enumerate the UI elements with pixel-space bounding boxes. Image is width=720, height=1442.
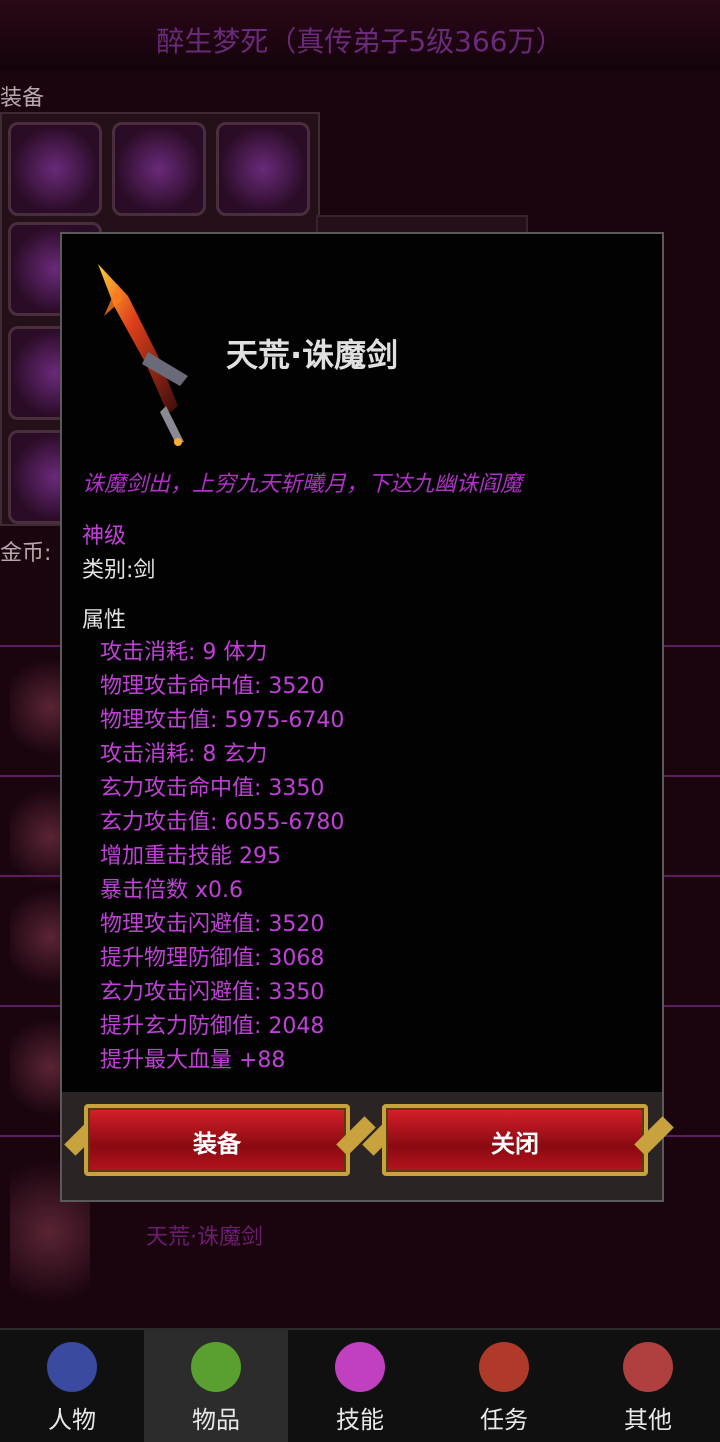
close-button-label: 关闭	[491, 1130, 539, 1158]
flaming-sword-icon	[98, 264, 188, 446]
attribute-item: 玄力攻击闪避值: 3350	[100, 980, 325, 1005]
tab-label: 其他	[624, 1406, 672, 1434]
attribute-item: 提升玄力防御值: 2048	[100, 1014, 325, 1039]
tab-label: 物品	[192, 1406, 240, 1434]
item-description: 诛魔剑出，上穷九天斩曦月，下达九幽诛阎魔	[82, 472, 523, 497]
equip-slot-2[interactable]	[112, 122, 206, 216]
item-category: 类别:剑	[82, 558, 156, 583]
list-item-name: 天荒·诛魔剑	[146, 1225, 263, 1250]
tab-quests[interactable]: 任务	[432, 1330, 576, 1442]
item-name: 天荒·诛魔剑	[226, 336, 399, 374]
equip-slot-1[interactable]	[8, 122, 102, 216]
item-detail-dialog: 天荒·诛魔剑 诛魔剑出，上穷九天斩曦月，下达九幽诛阎魔 神级 类别:剑 属性 攻…	[60, 232, 674, 1202]
attributes-header: 属性	[82, 608, 127, 633]
tab-items[interactable]: 物品	[144, 1330, 288, 1442]
quest-icon	[479, 1342, 529, 1392]
bottom-tab-bar: 人物 物品 技能 任务 其他	[0, 1328, 720, 1442]
equip-slot-3[interactable]	[216, 122, 310, 216]
attribute-item: 物理攻击命中值: 3520	[100, 674, 325, 699]
tab-label: 技能	[336, 1406, 384, 1434]
gold-label: 金币:	[0, 541, 52, 566]
character-title: 醉生梦死（真传弟子5级366万）	[156, 25, 564, 58]
equip-button-label: 装备	[193, 1130, 241, 1158]
other-icon	[623, 1342, 673, 1392]
attribute-item: 暴击倍数 x0.6	[100, 878, 244, 903]
item-rarity: 神级	[82, 524, 127, 549]
dialog-button-bar: 装备 关闭	[62, 1092, 674, 1200]
attribute-item: 玄力攻击命中值: 3350	[100, 776, 325, 801]
tab-character[interactable]: 人物	[0, 1330, 144, 1442]
attribute-item: 提升最大血量 +88	[100, 1048, 286, 1073]
attribute-item: 玄力攻击值: 6055-6780	[100, 810, 345, 835]
attribute-item: 物理攻击闪避值: 3520	[100, 912, 325, 937]
tab-label: 人物	[48, 1406, 96, 1434]
attribute-item: 增加重击技能 295	[100, 844, 281, 869]
attribute-item: 攻击消耗: 9 体力	[100, 640, 268, 665]
attribute-item: 物理攻击值: 5975-6740	[100, 708, 345, 733]
attributes-list: 攻击消耗: 9 体力 物理攻击命中值: 3520 物理攻击值: 5975-674…	[100, 636, 344, 1078]
tab-other[interactable]: 其他	[576, 1330, 720, 1442]
character-icon	[47, 1342, 97, 1392]
equip-button[interactable]: 装备	[84, 1104, 350, 1176]
potion-icon	[191, 1342, 241, 1392]
tab-skills[interactable]: 技能	[288, 1330, 432, 1442]
attribute-item: 提升物理防御值: 3068	[100, 946, 325, 971]
tab-label: 任务	[480, 1406, 528, 1434]
equip-section-label: 装备	[0, 86, 45, 111]
skill-orb-icon	[335, 1342, 385, 1392]
attribute-item: 攻击消耗: 8 玄力	[100, 742, 268, 767]
title-bar: 醉生梦死（真传弟子5级366万）	[0, 0, 720, 72]
close-button[interactable]: 关闭	[382, 1104, 648, 1176]
